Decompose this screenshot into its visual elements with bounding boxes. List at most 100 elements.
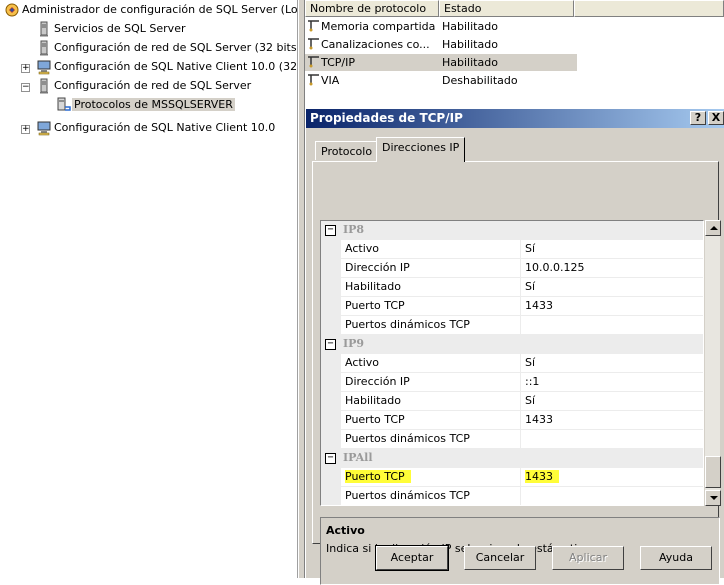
tree-item-sql-services[interactable]: Servicios de SQL Server — [36, 21, 187, 37]
tree-item-label: Administrador de configuración de SQL Se… — [22, 3, 298, 16]
property-name: Activo — [343, 240, 521, 258]
category-ipall[interactable]: − IPAll — [321, 449, 703, 468]
pane-splitter[interactable] — [298, 0, 305, 578]
list-item-via[interactable]: VIA — [307, 72, 339, 89]
protocol-icon — [307, 18, 321, 32]
property-name: Puerto TCP — [343, 297, 521, 315]
collapse-button[interactable]: − — [21, 83, 30, 92]
property-name: Dirección IP — [343, 373, 521, 391]
protocol-state: Habilitado — [442, 20, 498, 33]
server-icon — [36, 40, 52, 56]
tab-protocol[interactable]: Protocolo — [315, 141, 379, 160]
property-name: Dirección IP — [343, 259, 521, 277]
property-value[interactable]: 10.0.0.125 — [523, 259, 703, 277]
dialog-titlebar[interactable]: Propiedades de TCP/IP ? X — [306, 109, 724, 128]
close-icon[interactable]: X — [708, 111, 724, 125]
highlighted-text: 1433 — [525, 470, 559, 483]
expand-button[interactable]: + — [21, 125, 30, 134]
protocol-icon — [307, 36, 321, 50]
property-value[interactable] — [523, 487, 703, 505]
protocol-name: Canalizaciones co... — [321, 38, 430, 51]
tree-item-native-client-32[interactable]: Configuración de SQL Native Client 10.0 … — [36, 59, 297, 75]
ok-button[interactable]: Aceptar — [375, 545, 449, 571]
tree-item-label: Configuración de SQL Native Client 10.0 — [54, 121, 276, 134]
list-item-tcp-ip[interactable]: TCP/IP — [305, 54, 577, 71]
tree-item-label: Servicios de SQL Server — [54, 22, 186, 35]
property-row[interactable]: Puertos dinámicos TCP — [321, 316, 703, 335]
computer-icon — [36, 59, 52, 75]
protocol-state: Habilitado — [442, 38, 498, 51]
property-row[interactable]: Habilitado Sí — [321, 392, 703, 411]
property-row[interactable]: Habilitado Sí — [321, 278, 703, 297]
property-row[interactable]: Activo Sí — [321, 240, 703, 259]
property-row[interactable]: Dirección IP 10.0.0.125 — [321, 259, 703, 278]
property-value[interactable]: 1433 — [523, 411, 703, 429]
dialog-title: Propiedades de TCP/IP — [310, 111, 463, 125]
protocol-name: Memoria compartida — [321, 20, 436, 33]
property-row[interactable]: Puertos dinámicos TCP — [321, 430, 703, 449]
property-value[interactable]: 1433 — [523, 297, 703, 315]
tree-item-network-config-32[interactable]: Configuración de red de SQL Server (32 b… — [36, 40, 298, 56]
help-button[interactable]: Ayuda — [640, 546, 712, 570]
list-item-shared-memory[interactable]: Memoria compartida — [307, 18, 435, 35]
property-name: Puertos dinámicos TCP — [343, 316, 521, 334]
property-value[interactable]: Sí — [523, 278, 703, 296]
tree-item-mssqlserver-protocols[interactable]: Protocolos de MSSQLSERVER — [56, 97, 235, 113]
protocol-icon — [307, 72, 321, 86]
tree-item-label: Configuración de red de SQL Server — [54, 79, 252, 92]
column-header-name[interactable]: Nombre de protocolo — [305, 0, 439, 17]
sql-server-manager-icon — [4, 2, 20, 18]
cancel-button[interactable]: Cancelar — [464, 546, 536, 570]
category-ip9[interactable]: − IP9 — [321, 335, 703, 354]
computer-icon — [36, 120, 52, 136]
property-row[interactable]: Dirección IP::1 — [321, 373, 703, 392]
apply-button[interactable]: Aplicar — [552, 546, 624, 570]
property-name: Puerto TCP — [343, 468, 521, 486]
collapse-icon[interactable]: − — [325, 453, 336, 464]
property-value[interactable]: 1433 — [523, 468, 703, 486]
property-grid[interactable]: − IP8 Activo Sí Dirección IP 10.0.0.125 Ha… — [320, 220, 704, 506]
property-value[interactable]: Sí — [523, 392, 703, 410]
property-row[interactable]: Activo Sí — [321, 354, 703, 373]
scroll-down-arrow-icon[interactable] — [705, 490, 721, 506]
tree-item-label: Configuración de red de SQL Server (32 b… — [54, 41, 298, 54]
property-row[interactable]: Puerto TCP 1433 — [321, 297, 703, 316]
property-value[interactable]: Sí — [523, 354, 703, 372]
tab-ip-addresses[interactable]: Direcciones IP — [376, 137, 466, 162]
category-label: IP9 — [343, 337, 365, 350]
column-header-state[interactable]: Estado — [439, 0, 574, 17]
tree-item-network-config[interactable]: Configuración de red de SQL Server — [36, 78, 253, 94]
category-ip8[interactable]: − IP8 — [321, 221, 703, 240]
property-row[interactable]: Puertos dinámicos TCP — [321, 487, 703, 505]
property-name: Puertos dinámicos TCP — [343, 430, 521, 448]
property-name: Habilitado — [343, 278, 521, 296]
property-value[interactable] — [523, 430, 703, 448]
property-row[interactable]: Puerto TCP 1433 — [321, 468, 703, 487]
expand-button[interactable]: + — [21, 64, 30, 73]
protocol-name: TCP/IP — [321, 56, 355, 69]
collapse-icon[interactable]: − — [325, 225, 336, 236]
property-value[interactable]: ::1 — [523, 373, 703, 391]
protocol-state: Deshabilitado — [442, 74, 518, 87]
column-header-empty[interactable] — [574, 0, 724, 17]
category-label: IPAll — [343, 451, 373, 464]
vertical-scrollbar[interactable] — [704, 220, 721, 506]
help-icon[interactable]: ? — [690, 111, 706, 125]
highlighted-text: Puerto TCP — [345, 470, 411, 483]
list-item-named-pipes[interactable]: Canalizaciones co... — [307, 36, 430, 53]
scroll-up-arrow-icon[interactable] — [705, 220, 721, 236]
tab-panel: − IP8 Activo Sí Dirección IP 10.0.0.125 Ha… — [312, 161, 721, 585]
console-tree[interactable]: Administrador de configuración de SQL Se… — [0, 0, 298, 578]
property-row[interactable]: Puerto TCP 1433 — [321, 411, 703, 430]
category-label: IP8 — [343, 223, 365, 236]
collapse-icon[interactable]: − — [325, 339, 336, 350]
server-icon — [36, 21, 52, 37]
property-value[interactable] — [523, 316, 703, 334]
tcp-ip-properties-dialog[interactable]: Propiedades de TCP/IP ? X Protocolo Dire… — [305, 108, 724, 585]
scroll-thumb[interactable] — [705, 456, 721, 488]
tree-item-native-client[interactable]: Configuración de SQL Native Client 10.0 — [36, 120, 277, 136]
property-value[interactable]: Sí — [523, 240, 703, 258]
tree-item-root[interactable]: Administrador de configuración de SQL Se… — [4, 2, 298, 18]
property-name: Habilitado — [343, 392, 521, 410]
protocols-icon — [56, 97, 72, 113]
